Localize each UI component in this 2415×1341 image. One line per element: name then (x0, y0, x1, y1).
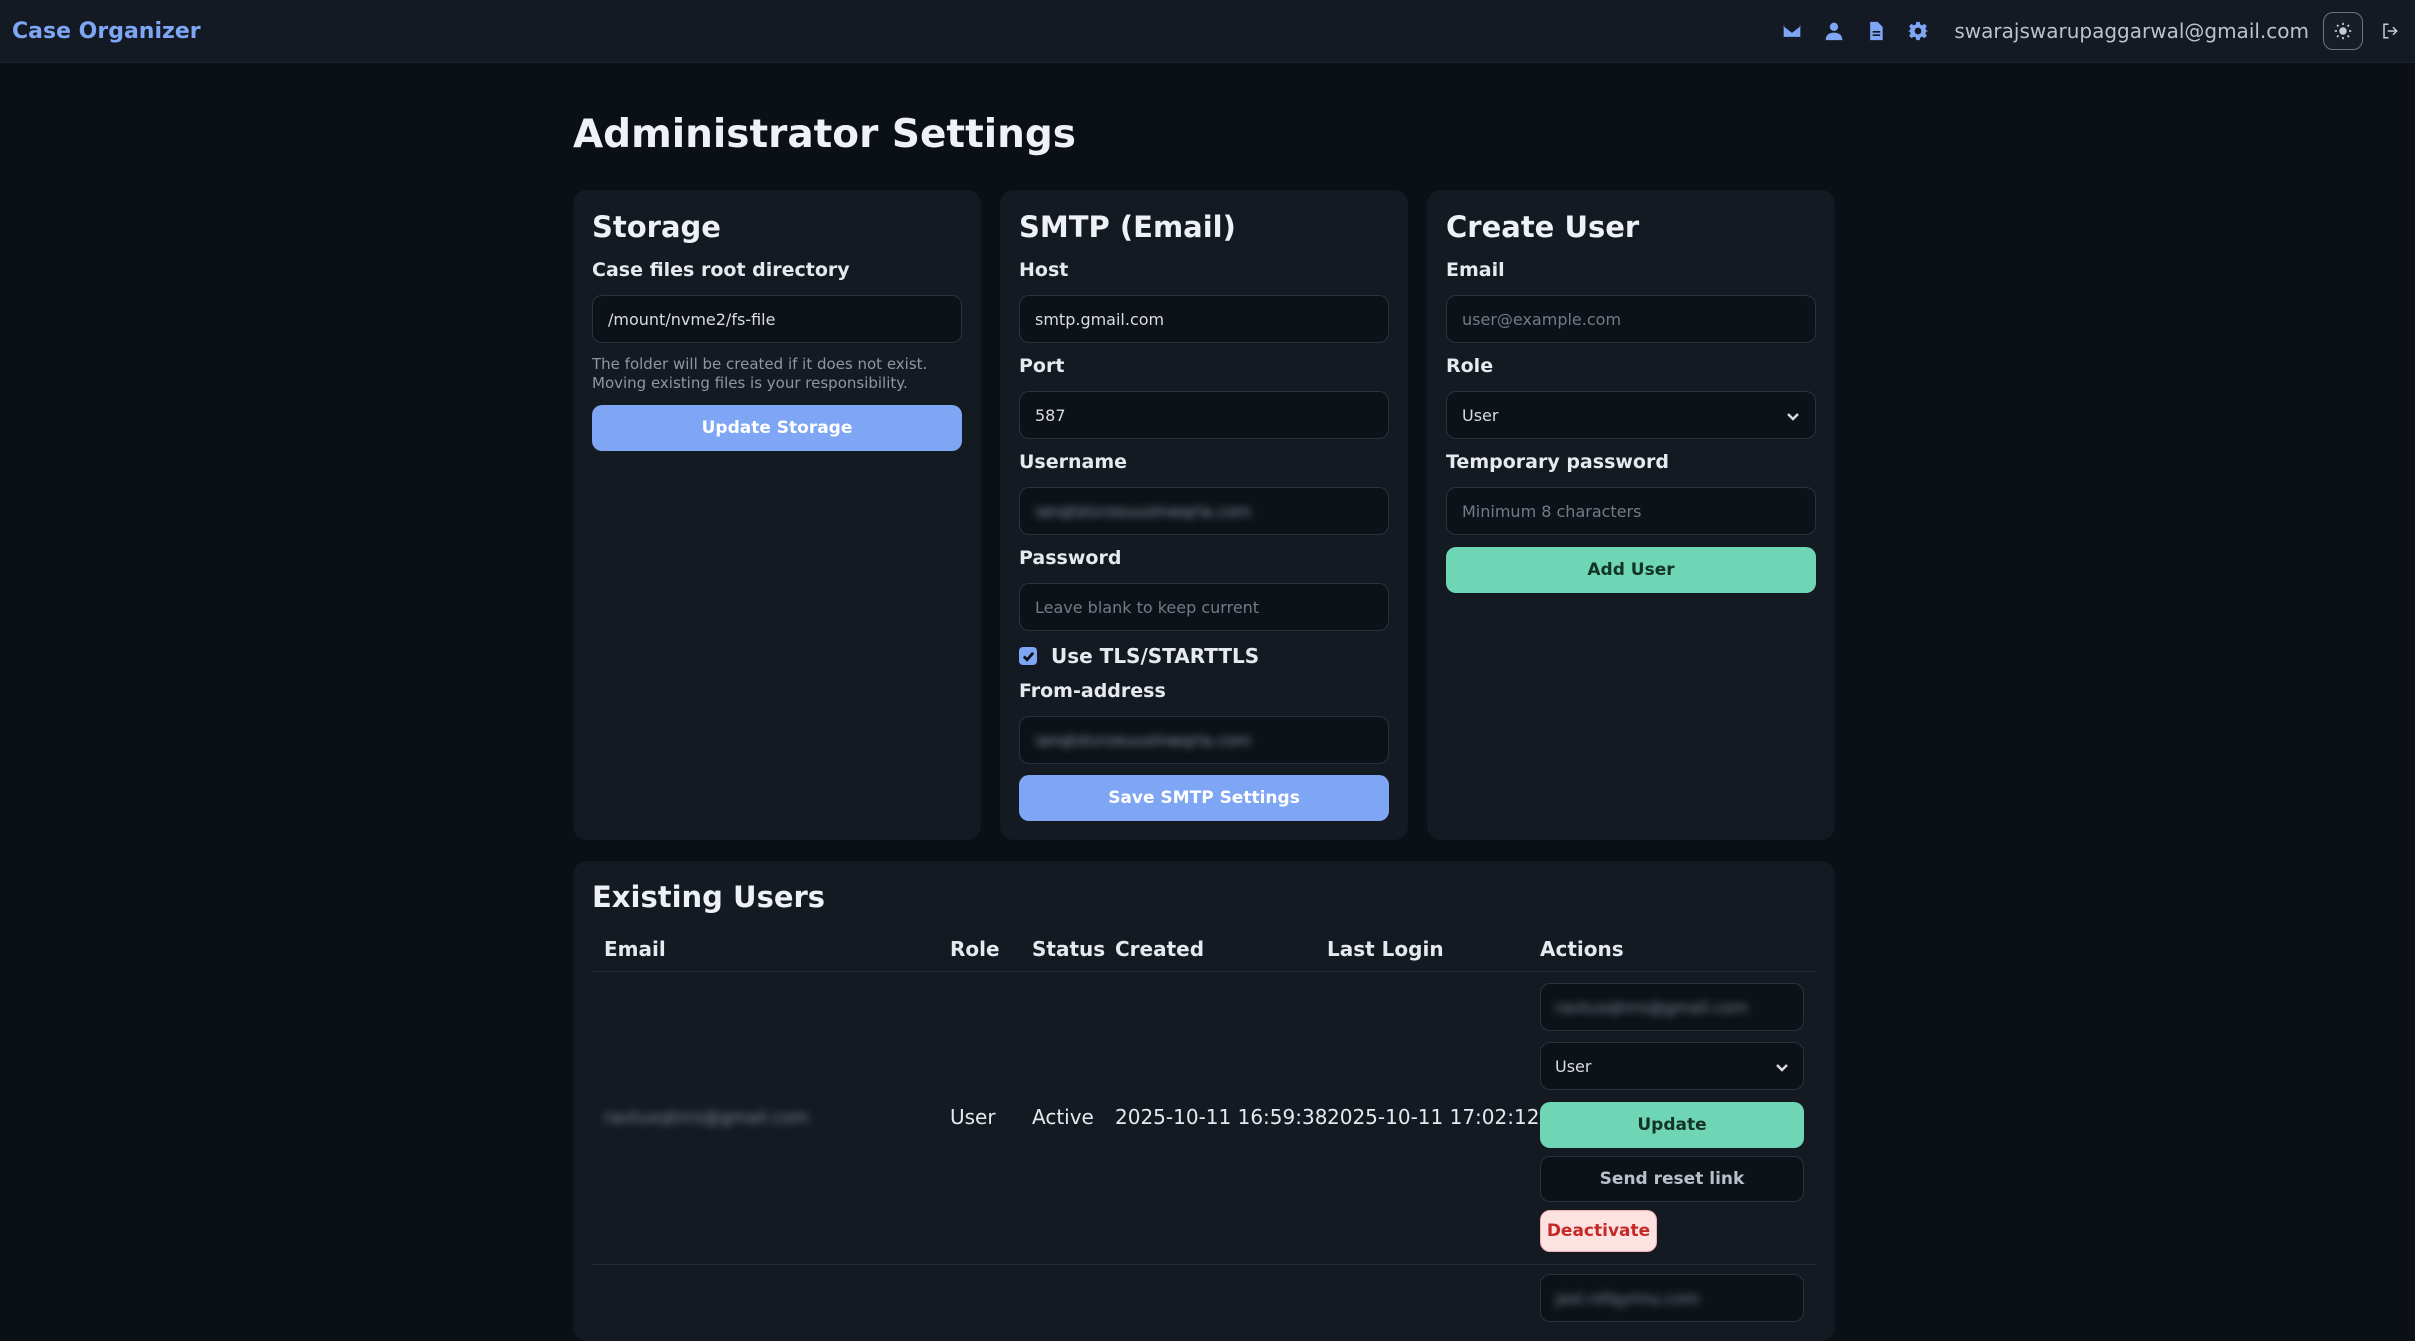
user-email-cell: ravtuxqtnrs@gmail.com (604, 1108, 809, 1128)
col-role: Role (950, 937, 1000, 961)
storage-hint: The folder will be created if it does no… (592, 355, 928, 392)
header-divider (592, 971, 1816, 972)
sun-icon (2334, 22, 2352, 40)
existing-users-card (573, 861, 1835, 1341)
gear-icon[interactable] (1904, 17, 1932, 45)
smtp-card: SMTP (Email) Host smtp.gmail.com Port 58… (1000, 190, 1408, 840)
storage-card: Storage Case files root directory /mount… (573, 190, 981, 840)
user-created-cell: 2025-10-11 16:59:38 (1115, 1105, 1328, 1129)
smtp-title: SMTP (Email) (1019, 210, 1236, 244)
col-actions: Actions (1540, 937, 1624, 961)
update-user-button[interactable]: Update (1540, 1102, 1804, 1148)
update-storage-button[interactable]: Update Storage (592, 405, 962, 451)
col-last-login: Last Login (1327, 937, 1444, 961)
create-user-card: Create User Email user@example.com Role … (1427, 190, 1835, 840)
chevron-down-icon (1786, 408, 1800, 422)
theme-toggle-button[interactable] (2323, 12, 2363, 50)
storage-dir-input[interactable]: /mount/nvme2/fs-file (592, 295, 962, 343)
create-user-title: Create User (1446, 210, 1640, 244)
temp-password-input[interactable]: Minimum 8 characters (1446, 487, 1816, 535)
user-role-select[interactable]: User (1540, 1042, 1804, 1090)
user-email-edit-input[interactable]: jaxl.rsfqyrmu.com (1540, 1274, 1804, 1322)
new-user-email-label: Email (1446, 259, 1505, 281)
storage-title: Storage (592, 210, 721, 244)
tls-checkbox[interactable] (1019, 647, 1037, 665)
smtp-username-label: Username (1019, 451, 1128, 473)
tls-checkbox-row[interactable]: Use TLS/STARTTLS (1019, 644, 1259, 668)
send-reset-link-button[interactable]: Send reset link (1540, 1156, 1804, 1202)
smtp-host-label: Host (1019, 259, 1069, 281)
deactivate-button[interactable]: Deactivate (1540, 1210, 1657, 1252)
user-status-cell: Active (1032, 1105, 1094, 1129)
smtp-port-label: Port (1019, 355, 1065, 377)
col-email: Email (604, 937, 666, 961)
user-last-login-cell: 2025-10-11 17:02:12 (1327, 1105, 1540, 1129)
col-status: Status (1032, 937, 1106, 961)
temp-password-label: Temporary password (1446, 451, 1669, 473)
smtp-username-input[interactable]: ianqtstvrzeuuslnwqrla.com (1019, 487, 1389, 535)
col-created: Created (1115, 937, 1205, 961)
smtp-password-label: Password (1019, 547, 1122, 569)
logout-icon[interactable] (2377, 18, 2403, 44)
navbar-right: swarajswarupaggarwal@gmail.com (1764, 12, 2403, 50)
page-title: Administrator Settings (573, 112, 1076, 157)
smtp-port-input[interactable]: 587 (1019, 391, 1389, 439)
user-email-edit-input[interactable]: ravtuxqtnrs@gmail.com (1540, 983, 1804, 1031)
brand-link[interactable]: Case Organizer (12, 19, 201, 44)
smtp-password-input[interactable]: Leave blank to keep current (1019, 583, 1389, 631)
user-role-cell: User (950, 1105, 996, 1129)
mail-icon[interactable] (1778, 17, 1806, 45)
chevron-down-icon (1775, 1059, 1789, 1073)
row-divider (592, 1264, 1816, 1265)
existing-users-title: Existing Users (592, 880, 826, 914)
document-icon[interactable] (1862, 17, 1890, 45)
new-user-role-select[interactable]: User (1446, 391, 1816, 439)
storage-dir-label: Case files root directory (592, 259, 850, 281)
smtp-from-input[interactable]: ianqtstvrzeuuslnwqrla.com (1019, 716, 1389, 764)
new-user-role-label: Role (1446, 355, 1494, 377)
user-icon[interactable] (1820, 17, 1848, 45)
smtp-from-label: From-address (1019, 680, 1166, 702)
add-user-button[interactable]: Add User (1446, 547, 1816, 593)
current-user-email: swarajswarupaggarwal@gmail.com (1954, 19, 2309, 43)
new-user-email-input[interactable]: user@example.com (1446, 295, 1816, 343)
save-smtp-button[interactable]: Save SMTP Settings (1019, 775, 1389, 821)
smtp-host-input[interactable]: smtp.gmail.com (1019, 295, 1389, 343)
top-navbar: Case Organizer swarajswarupaggarwal@gmai… (0, 0, 2415, 63)
tls-label: Use TLS/STARTTLS (1051, 644, 1260, 668)
